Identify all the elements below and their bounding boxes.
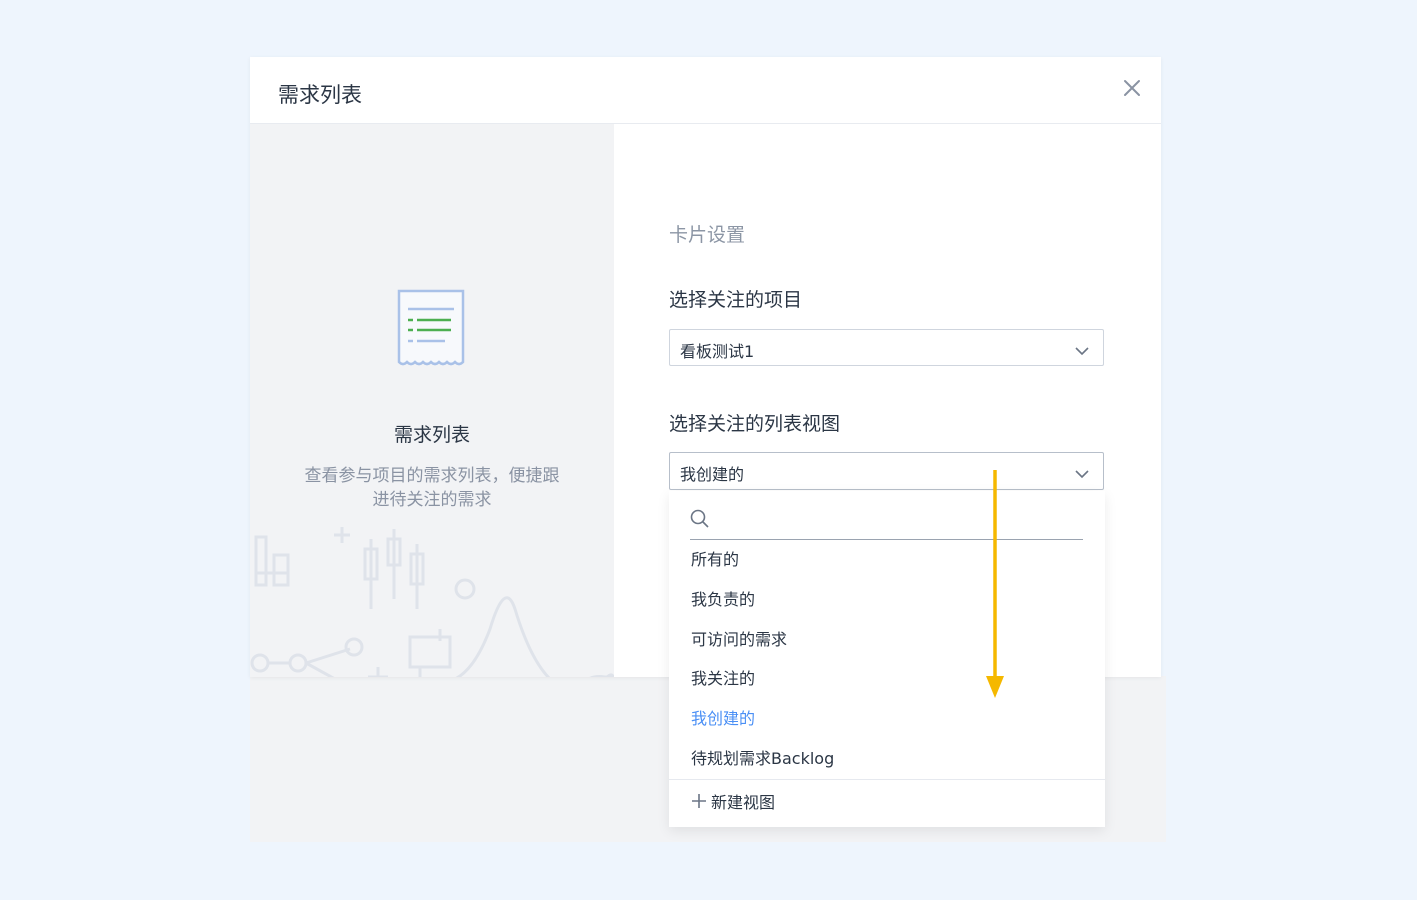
project-label: 选择关注的项目 <box>669 289 803 311</box>
annotation-arrow-icon <box>984 470 1006 704</box>
view-dropdown-menu: 所有的 我负责的 可访问的需求 我关注的 我创建的 待规划需求Backlog 新… <box>669 491 1105 827</box>
dropdown-item-created[interactable]: 我创建的 <box>669 699 1105 739</box>
dialog-title: 需求列表 <box>278 83 362 107</box>
section-title: 卡片设置 <box>669 224 746 246</box>
view-label: 选择关注的列表视图 <box>669 413 841 435</box>
decorative-chart-illustration <box>250 519 614 677</box>
dialog-header: 需求列表 <box>250 57 1161 124</box>
dropdown-item-assigned[interactable]: 我负责的 <box>669 580 1105 620</box>
preview-pane: 需求列表 查看参与项目的需求列表，便捷跟进待关注的需求 <box>250 124 614 677</box>
dropdown-divider <box>669 779 1105 780</box>
dropdown-item-accessible[interactable]: 可访问的需求 <box>669 620 1105 660</box>
chevron-down-icon <box>1075 341 1089 360</box>
preview-description: 查看参与项目的需求列表，便捷跟进待关注的需求 <box>304 466 560 510</box>
plus-icon <box>691 784 707 824</box>
preview-title: 需求列表 <box>393 424 470 446</box>
new-view-label: 新建视图 <box>711 793 776 812</box>
project-select[interactable]: 看板测试1 <box>669 329 1104 366</box>
dropdown-item-followed[interactable]: 我关注的 <box>669 659 1105 699</box>
dropdown-item-backlog[interactable]: 待规划需求Backlog <box>669 739 1105 779</box>
search-icon <box>690 509 710 533</box>
close-icon[interactable] <box>1121 77 1143 99</box>
dropdown-search-input[interactable] <box>718 507 1082 535</box>
dropdown-item-all[interactable]: 所有的 <box>669 540 1105 580</box>
new-view-button[interactable]: 新建视图 <box>691 783 775 823</box>
chevron-down-icon <box>1075 464 1089 483</box>
view-select[interactable]: 我创建的 <box>669 452 1104 490</box>
document-list-icon <box>396 288 468 374</box>
view-select-value: 我创建的 <box>680 465 745 484</box>
project-select-value: 看板测试1 <box>680 342 755 361</box>
dropdown-search <box>690 505 1083 540</box>
